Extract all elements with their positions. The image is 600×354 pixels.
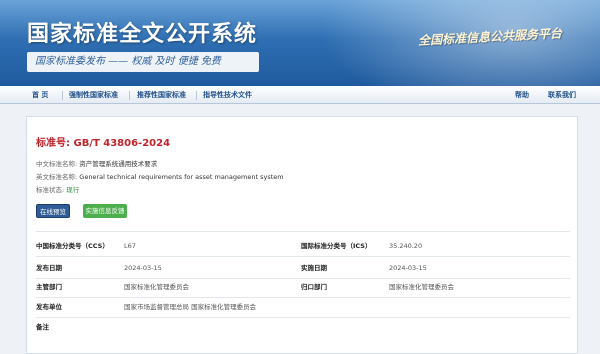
standard-number: 标准号: GB/T 43806-2024 (36, 134, 170, 149)
detail-key: 国际标准分类号（ICS） (301, 242, 372, 250)
detail-value: 国家标准化管理委员会 (124, 283, 189, 291)
site-banner: 国家标准全文公开系统 国家标准委发布 —— 权威 及时 便捷 免费 全国标准信息… (0, 0, 600, 86)
chinese-name-label: 中文标准名称: (36, 160, 78, 168)
nav-separator (62, 91, 63, 100)
nav-mandatory-standards[interactable]: 强制性国家标准 (69, 86, 118, 104)
standard-number-value: GB/T 43806-2024 (73, 138, 171, 149)
detail-key: 归口部门 (301, 283, 327, 291)
status-line: 标准状态: 现行 (36, 184, 79, 194)
detail-row: 备注 (27, 317, 579, 337)
divider (36, 256, 570, 257)
implementation-feedback-button[interactable]: 实施信息反馈 (83, 204, 127, 218)
nav-home[interactable]: 首 页 (32, 86, 48, 104)
divider (36, 231, 570, 232)
standard-detail-card: 标准号: GB/T 43806-2024 中文标准名称: 资产管理系统通用技术要… (26, 116, 578, 354)
main-nav: 首 页 强制性国家标准 推荐性国家标准 指导性技术文件 帮助 联系我们 (0, 86, 600, 104)
detail-value: 2024-03-15 (389, 264, 427, 272)
detail-key: 主管部门 (36, 283, 62, 291)
english-name-value: General technical requirements for asset… (79, 173, 284, 181)
site-title: 国家标准全文公开系统 (27, 22, 258, 47)
detail-key: 备注 (36, 323, 49, 331)
detail-value: 国家标准化管理委员会 (389, 283, 454, 291)
standard-number-label: 标准号: (36, 138, 70, 149)
detail-key: 中国标准分类号（CCS） (36, 242, 109, 250)
detail-row: 主管部门 国家标准化管理委员会 归口部门 国家标准化管理委员会 (27, 277, 579, 297)
nav-recommended-standards[interactable]: 推荐性国家标准 (137, 86, 186, 104)
nav-contact-us[interactable]: 联系我们 (548, 86, 576, 104)
status-value: 现行 (66, 186, 80, 194)
chinese-name-value: 资产管理系统通用技术要求 (79, 160, 158, 168)
detail-value: 35.240.20 (389, 242, 423, 250)
nav-guidance-documents[interactable]: 指导性技术文件 (203, 86, 252, 104)
nav-help[interactable]: 帮助 (515, 86, 529, 104)
english-name-label: 英文标准名称: (36, 173, 78, 181)
detail-key: 发布日期 (36, 264, 62, 272)
detail-value: 国家市场监督管理总局 国家标准化管理委员会 (124, 303, 257, 311)
detail-row: 发布日期 2024-03-15 实施日期 2024-03-15 (27, 258, 579, 278)
chinese-name-line: 中文标准名称: 资产管理系统通用技术要求 (36, 158, 157, 168)
status-label: 标准状态: (36, 186, 65, 194)
nav-separator (129, 91, 130, 100)
site-slogan: 国家标准委发布 —— 权威 及时 便捷 免费 (27, 52, 259, 72)
detail-key: 发布单位 (36, 303, 62, 311)
detail-row: 中国标准分类号（CCS） L67 国际标准分类号（ICS） 35.240.20 (27, 236, 579, 256)
detail-value: L67 (124, 242, 136, 250)
detail-value: 2024-03-15 (124, 264, 162, 272)
nav-separator (196, 91, 197, 100)
detail-row: 发布单位 国家市场监督管理总局 国家标准化管理委员会 (27, 297, 579, 317)
online-preview-button[interactable]: 在线预览 (36, 204, 70, 218)
english-name-line: 英文标准名称: General technical requirements f… (36, 171, 284, 181)
detail-key: 实施日期 (301, 264, 327, 272)
